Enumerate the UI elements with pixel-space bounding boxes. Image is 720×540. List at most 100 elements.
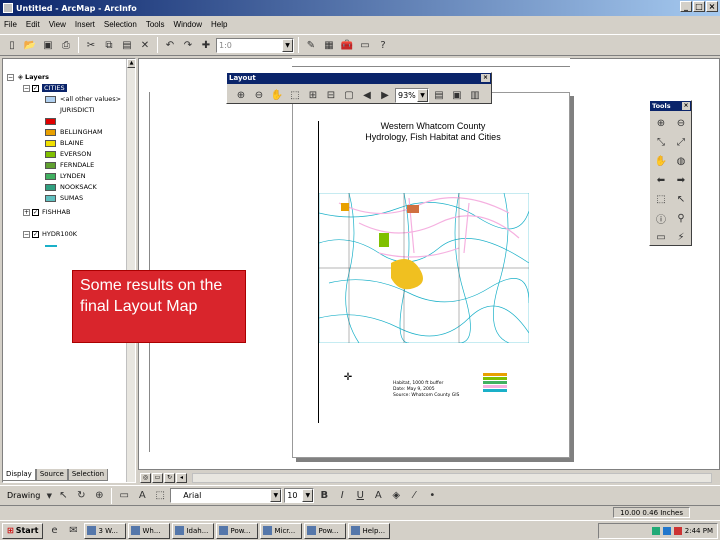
fixed-zoom-out-icon[interactable]: ⊟: [323, 87, 339, 103]
layer-visibility-checkbox[interactable]: ✓: [32, 208, 39, 216]
zoom-percent-combo[interactable]: 93% ▼: [395, 87, 429, 103]
line-color-icon[interactable]: ⁄: [406, 488, 422, 504]
taskbar-task-button[interactable]: Idah...: [172, 522, 215, 539]
refresh-icon[interactable]: ↻: [164, 473, 175, 483]
toc-layer-cities[interactable]: − ✓ CITIES: [23, 83, 67, 93]
toc-root[interactable]: − ◈ Layers: [7, 72, 49, 82]
bold-icon[interactable]: B: [316, 488, 332, 504]
identify-icon[interactable]: ⓘ: [653, 210, 669, 226]
taskbar-task-button[interactable]: Wh...: [128, 522, 171, 539]
forward-extent-icon[interactable]: ➡: [673, 172, 689, 188]
toc-layer-fishhab[interactable]: + ✓ FISHHAB: [23, 207, 70, 217]
drawing-menu[interactable]: Drawing: [4, 491, 43, 500]
menu-edit[interactable]: Edit: [26, 20, 40, 29]
data-view-icon[interactable]: ◎: [140, 473, 151, 483]
zoom-selected-icon[interactable]: ⊕: [91, 488, 107, 504]
focus-data-frame-icon[interactable]: ▣: [449, 87, 465, 103]
menu-file[interactable]: File: [4, 20, 17, 29]
minimize-button[interactable]: _: [680, 1, 692, 12]
tray-network-icon[interactable]: [651, 527, 660, 535]
close-icon[interactable]: ×: [481, 74, 490, 82]
editor-toolbar-icon[interactable]: ✎: [303, 37, 319, 53]
redo-icon[interactable]: ↷: [180, 37, 196, 53]
paste-icon[interactable]: ▤: [119, 37, 135, 53]
menu-tools[interactable]: Tools: [146, 20, 165, 29]
menu-view[interactable]: View: [49, 20, 66, 29]
print-icon[interactable]: ⎙: [58, 37, 74, 53]
callout-icon[interactable]: ⬚: [152, 488, 168, 504]
select-elements-icon[interactable]: ↖: [673, 191, 689, 207]
collapse-icon[interactable]: −: [23, 230, 30, 238]
fixed-zoom-in-icon[interactable]: ⤡: [653, 134, 669, 150]
menu-help[interactable]: Help: [211, 20, 227, 29]
taskbar-task-button[interactable]: Pow...: [216, 522, 259, 539]
font-size-combo[interactable]: 10 ▼: [284, 488, 315, 503]
quick-launch-outlook-icon[interactable]: ✉: [65, 523, 81, 539]
font-color-icon[interactable]: A: [370, 488, 386, 504]
tab-selection[interactable]: Selection: [67, 469, 109, 481]
layer-name[interactable]: HYDR100K: [42, 230, 77, 238]
layout-page[interactable]: Western Whatcom County Hydrology, Fish H…: [292, 92, 570, 458]
chevron-down-icon[interactable]: ▼: [302, 489, 314, 502]
copy-icon[interactable]: ⧉: [101, 37, 117, 53]
expand-icon[interactable]: +: [23, 208, 30, 216]
marker-color-icon[interactable]: •: [424, 488, 440, 504]
arccatalog-icon[interactable]: ▦: [321, 37, 337, 53]
scroll-up-icon[interactable]: ▲: [127, 59, 135, 68]
horizontal-scrollbar[interactable]: [192, 473, 712, 483]
find-icon[interactable]: ⚲: [673, 210, 689, 226]
tray-antivirus-icon[interactable]: [673, 527, 682, 535]
map-scale-combo[interactable]: 1:0 ▼: [216, 37, 294, 53]
new-icon[interactable]: ▯: [4, 37, 20, 53]
taskbar-task-button[interactable]: 3 W...: [84, 522, 127, 539]
italic-icon[interactable]: I: [334, 488, 350, 504]
window-title-bar[interactable]: Untitled - ArcMap - ArcInfo _ □ ×: [0, 0, 720, 16]
layer-visibility-checkbox[interactable]: ✓: [32, 84, 39, 92]
command-line-icon[interactable]: ▭: [357, 37, 373, 53]
underline-icon[interactable]: U: [352, 488, 368, 504]
pan-icon[interactable]: ✋: [653, 153, 669, 169]
previous-extent-icon[interactable]: ◀: [359, 87, 375, 103]
undo-icon[interactable]: ↶: [162, 37, 178, 53]
collapse-icon[interactable]: −: [7, 73, 14, 81]
fixed-zoom-out-icon[interactable]: ⤢: [673, 134, 689, 150]
toggle-draft-mode-icon[interactable]: ▤: [431, 87, 447, 103]
menu-insert[interactable]: Insert: [75, 20, 95, 29]
clock[interactable]: 2:44 PM: [685, 527, 713, 535]
back-extent-icon[interactable]: ⬅: [653, 172, 669, 188]
chevron-down-icon[interactable]: ▼: [417, 88, 428, 102]
change-layout-icon[interactable]: ▥: [467, 87, 483, 103]
zoom-in-icon[interactable]: ⊕: [233, 87, 249, 103]
chevron-down-icon[interactable]: ▼: [282, 38, 293, 52]
measure-icon[interactable]: ▭: [653, 229, 669, 245]
toc-layer-hydr100k[interactable]: − ✓ HYDR100K: [23, 229, 77, 239]
font-combo[interactable]: Arial ▼: [170, 488, 283, 503]
open-folder-icon[interactable]: 📂: [22, 37, 38, 53]
save-icon[interactable]: ▣: [40, 37, 56, 53]
tab-source[interactable]: Source: [35, 469, 68, 481]
zoom-100-icon[interactable]: ▢: [341, 87, 357, 103]
layout-view-icon[interactable]: ▭: [152, 473, 163, 483]
close-button[interactable]: ×: [706, 1, 718, 12]
zoom-out-icon[interactable]: ⊖: [251, 87, 267, 103]
layer-name[interactable]: FISHHAB: [42, 208, 70, 216]
maximize-button[interactable]: □: [693, 1, 705, 12]
chevron-down-icon[interactable]: ▼: [45, 488, 53, 504]
taskbar-task-button[interactable]: Micr...: [260, 522, 303, 539]
add-data-icon[interactable]: ✚: [198, 37, 214, 53]
cut-icon[interactable]: ✂: [83, 37, 99, 53]
select-features-icon[interactable]: ⬚: [653, 191, 669, 207]
hyperlink-icon[interactable]: ⚡: [673, 229, 689, 245]
collapse-icon[interactable]: −: [23, 84, 30, 92]
menu-window[interactable]: Window: [174, 20, 202, 29]
select-elements-icon[interactable]: ↖: [55, 488, 71, 504]
taskbar-task-button[interactable]: Help...: [348, 522, 391, 539]
full-extent-icon[interactable]: ◍: [673, 153, 689, 169]
fill-color-icon[interactable]: ◈: [388, 488, 404, 504]
chevron-down-icon[interactable]: ▼: [270, 489, 282, 502]
pan-icon[interactable]: ✋: [269, 87, 285, 103]
rotate-icon[interactable]: ↻: [73, 488, 89, 504]
zoom-whole-page-icon[interactable]: ⬚: [287, 87, 303, 103]
arctoolbox-icon[interactable]: 🧰: [339, 37, 355, 53]
tab-display[interactable]: Display: [2, 469, 36, 481]
